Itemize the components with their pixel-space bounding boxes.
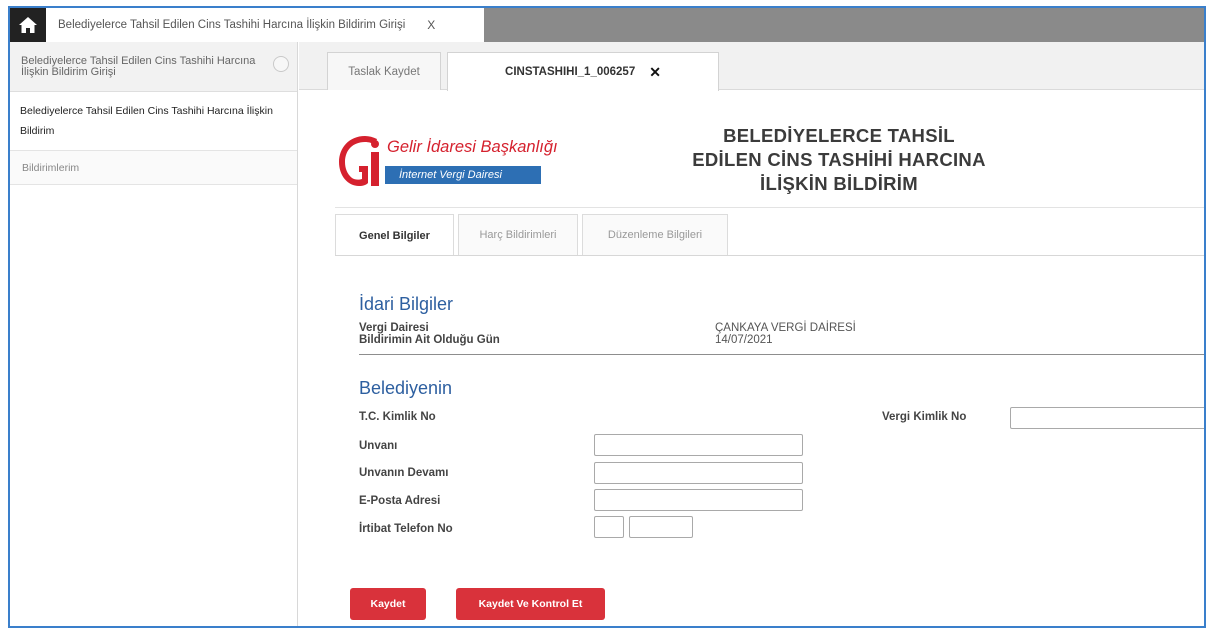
tab-label: Taslak Kaydet <box>348 65 420 78</box>
telefon-label: İrtibat Telefon No <box>359 523 453 535</box>
form-title-line-3: İLİŞKİN BİLDİRİM <box>760 173 918 194</box>
tab-close-button[interactable]: ✕ <box>649 64 661 81</box>
top-tab-active[interactable]: Belediyelerce Tahsil Edilen Cins Tashihi… <box>46 8 484 42</box>
tc-kimlik-label: T.C. Kimlik No <box>359 411 436 423</box>
top-tab-title: Belediyelerce Tahsil Edilen Cins Tashihi… <box>58 19 406 31</box>
eposta-label: E-Posta Adresi <box>359 495 441 507</box>
header-divider <box>335 207 1204 208</box>
telefon-alan-kodu-input[interactable] <box>594 516 624 538</box>
left-panel-header: Belediyelerce Tahsil Edilen Cins Tashihi… <box>10 42 297 92</box>
bildirim-gunu-label: Bildirimin Ait Olduğu Gün <box>359 334 500 346</box>
tab-taslak-kaydet[interactable]: Taslak Kaydet <box>327 52 441 90</box>
form-title: BELEDİYELERCE TAHSİL EDİLEN CİNS TASHİHİ… <box>659 124 1019 196</box>
tab-label: Düzenleme Bilgileri <box>607 229 703 241</box>
unvan-label: Unvanı <box>359 440 398 452</box>
form-tabs-divider <box>335 255 1204 256</box>
tab-label: Genel Bilgiler <box>359 229 430 242</box>
left-nav-item-label: Bildirimlerim <box>22 161 80 174</box>
unvan-input[interactable] <box>594 434 803 456</box>
vergi-dairesi-label: Vergi Dairesi <box>359 322 429 334</box>
section-title-belediyenin: Belediyenin <box>359 378 453 398</box>
left-nav-item-label: Belediyelerce Tahsil Edilen Cins Tashihi… <box>20 105 273 137</box>
content-tab-bar: Taslak Kaydet CINSTASHIHI_1_006257 ✕ <box>299 42 1204 91</box>
top-tab-bar: Belediyelerce Tahsil Edilen Cins Tashihi… <box>10 8 1204 42</box>
home-icon <box>19 17 37 33</box>
logo-title: Gelir İdaresi Başkanlığı <box>387 138 558 156</box>
left-nav-item-bildirim[interactable]: Belediyelerce Tahsil Edilen Cins Tashihi… <box>10 92 297 151</box>
eposta-input[interactable] <box>594 489 803 511</box>
form-title-line-2: EDİLEN CİNS TASHİHİ HARCINA <box>692 149 986 170</box>
telefon-numara-input[interactable] <box>629 516 693 538</box>
left-panel-header-text: Belediyelerce Tahsil Edilen Cins Tashihi… <box>21 55 256 78</box>
home-button[interactable] <box>10 8 46 42</box>
unvan-devami-label: Unvanın Devamı <box>359 467 449 479</box>
section-divider <box>359 354 1204 355</box>
tab-label: CINSTASHIHI_1_006257 <box>505 66 636 78</box>
left-nav-item-bildirimlerim[interactable]: Bildirimlerim <box>10 151 297 185</box>
gib-logo: Gelir İdaresi Başkanlığı İnternet Vergi … <box>335 132 595 196</box>
tab-duzenleme-bilgileri[interactable]: Düzenleme Bilgileri <box>582 214 728 255</box>
tab-genel-bilgiler[interactable]: Genel Bilgiler <box>335 214 454 256</box>
top-tab-close-button[interactable]: X <box>427 18 435 32</box>
unvan-devami-input[interactable] <box>594 462 803 484</box>
collapse-panel-button[interactable] <box>273 56 289 72</box>
tab-document[interactable]: CINSTASHIHI_1_006257 ✕ <box>447 52 719 91</box>
kaydet-ve-kontrol-et-button[interactable]: Kaydet Ve Kontrol Et <box>456 588 605 620</box>
logo-subtitle: İnternet Vergi Dairesi <box>385 166 541 184</box>
tab-harc-bildirimleri[interactable]: Harç Bildirimleri <box>458 214 578 255</box>
section-title-idari: İdari Bilgiler <box>359 294 454 314</box>
vergi-kimlik-label: Vergi Kimlik No <box>882 411 967 423</box>
vergi-dairesi-value: ÇANKAYA VERGİ DAİRESİ <box>715 322 856 334</box>
app-frame: Belediyelerce Tahsil Edilen Cins Tashihi… <box>8 6 1206 628</box>
kaydet-button[interactable]: Kaydet <box>350 588 426 620</box>
bildirim-gunu-value: 14/07/2021 <box>715 334 773 346</box>
form-title-line-1: BELEDİYELERCE TAHSİL <box>723 125 955 146</box>
tab-label: Harç Bildirimleri <box>479 229 557 241</box>
main-content: Taslak Kaydet CINSTASHIHI_1_006257 ✕ Gel… <box>299 42 1204 626</box>
gib-logo-icon <box>339 136 379 186</box>
vergi-kimlik-input[interactable] <box>1010 407 1204 429</box>
left-panel: Belediyelerce Tahsil Edilen Cins Tashihi… <box>10 42 298 626</box>
